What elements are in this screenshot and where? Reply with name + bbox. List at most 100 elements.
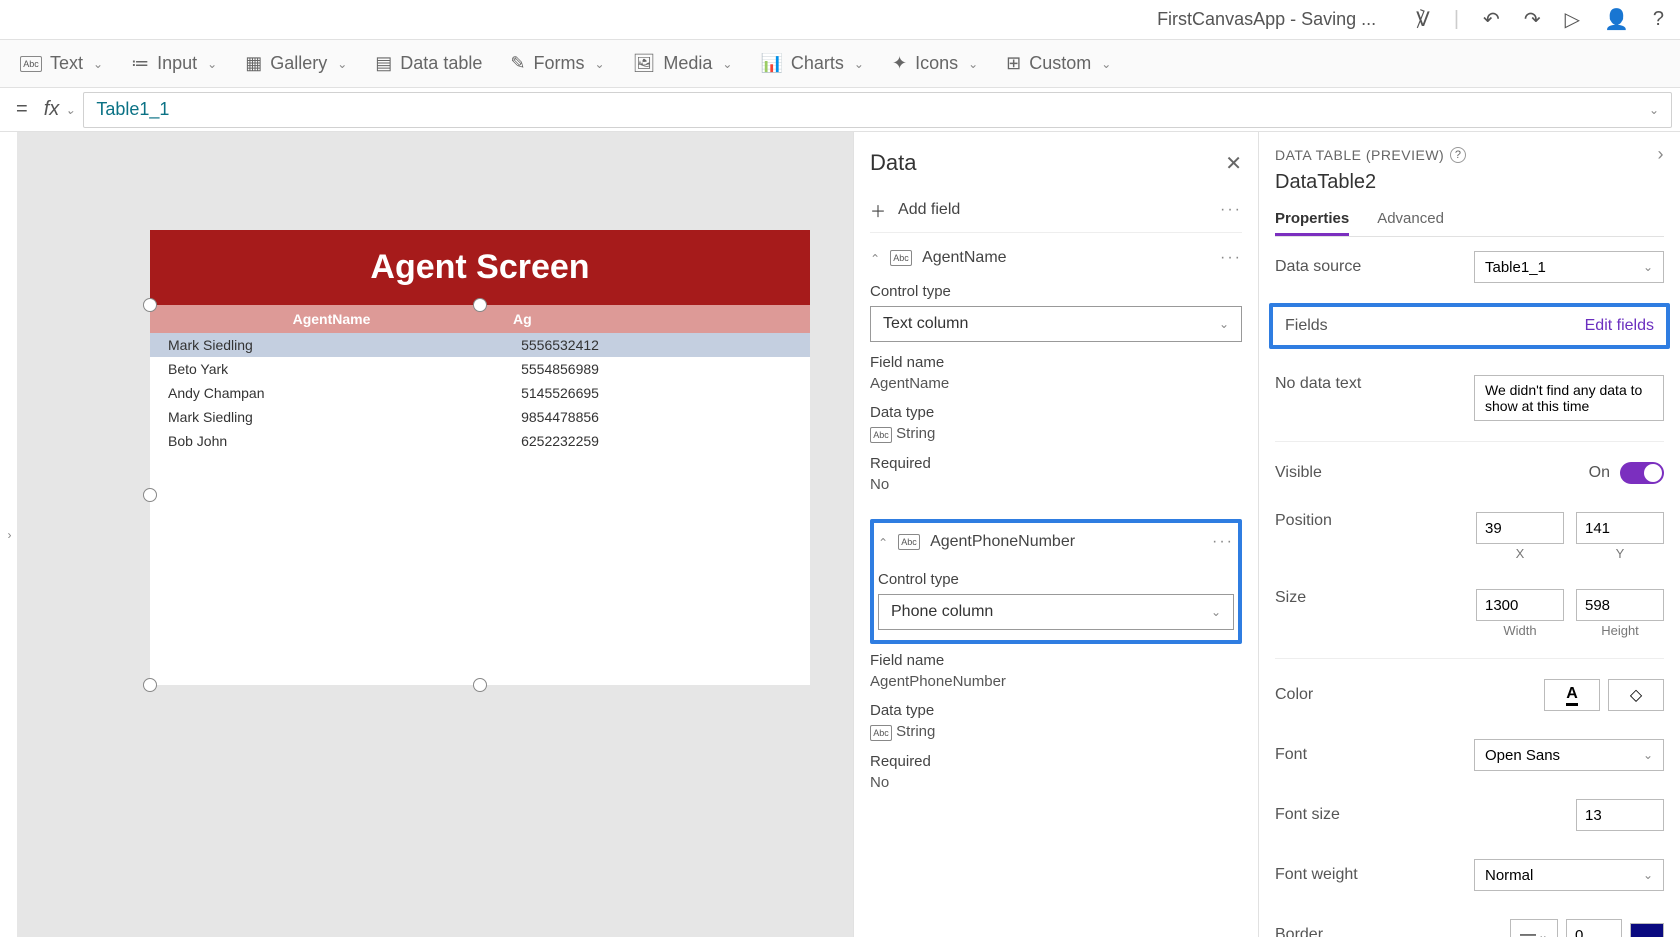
- ribbon-datatable[interactable]: ▤Data table: [375, 53, 482, 74]
- y-label: Y: [1576, 546, 1664, 561]
- abc-icon: Abc: [870, 725, 892, 741]
- field-agentphonenumber-highlight: ⌄ Abc AgentPhoneNumber ··· Control type …: [870, 519, 1242, 644]
- table-header-agentname[interactable]: AgentName: [150, 311, 513, 327]
- table-row[interactable]: Andy Champan5145526695: [150, 381, 810, 405]
- table-row[interactable]: Bob John6252232259: [150, 429, 810, 453]
- play-icon[interactable]: ▷: [1565, 7, 1580, 32]
- custom-icon: ⊞: [1006, 53, 1021, 74]
- canvas[interactable]: Agent Screen AgentName Ag Mark Siedling5…: [18, 132, 853, 937]
- selection-handle[interactable]: [143, 678, 157, 692]
- ribbon-input[interactable]: ≔Input⌄: [131, 53, 217, 74]
- data-panel: Data ✕ ＋ Add field ··· ⌄ Abc AgentName ·…: [853, 132, 1258, 937]
- font-color-button[interactable]: A: [1544, 679, 1600, 711]
- icons-icon: ✦: [892, 53, 907, 74]
- fx-label[interactable]: fx⌄: [36, 98, 84, 121]
- nodatatext-input[interactable]: We didn't find any data to show at this …: [1474, 375, 1664, 421]
- ribbon-custom[interactable]: ⊞Custom⌄: [1006, 53, 1111, 74]
- ribbon-media[interactable]: 🖼Media⌄: [633, 53, 733, 74]
- required-label: Required: [870, 753, 1242, 770]
- fields-label: Fields: [1285, 317, 1328, 335]
- app-title: FirstCanvasApp - Saving ...: [1157, 9, 1376, 30]
- formula-input[interactable]: Table1_1 ⌄: [83, 92, 1672, 128]
- ribbon-forms[interactable]: ✎Forms⌄: [510, 53, 604, 74]
- ribbon-text[interactable]: AbcText⌄: [20, 53, 103, 74]
- size-width-input[interactable]: [1476, 589, 1564, 621]
- edit-fields-link[interactable]: Edit fields: [1585, 317, 1654, 335]
- more-icon[interactable]: ···: [1212, 533, 1234, 551]
- fontsize-input[interactable]: [1576, 799, 1664, 831]
- size-height-input[interactable]: [1576, 589, 1664, 621]
- close-icon[interactable]: ✕: [1225, 151, 1242, 176]
- field-name-value: AgentName: [870, 375, 1242, 392]
- undo-icon[interactable]: ↶: [1483, 7, 1500, 32]
- height-label: Height: [1576, 623, 1664, 638]
- add-field-button[interactable]: ＋ Add field: [870, 198, 960, 222]
- redo-icon[interactable]: ↷: [1524, 7, 1541, 32]
- fontsize-label: Font size: [1275, 806, 1340, 824]
- visible-toggle[interactable]: [1620, 462, 1664, 484]
- data-type-value: Abc String: [870, 425, 1242, 443]
- selection-handle[interactable]: [143, 488, 157, 502]
- ribbon-charts[interactable]: 📊Charts⌄: [760, 53, 864, 74]
- title-bar: FirstCanvasApp - Saving ... ℣ | ↶ ↷ ▷ 👤 …: [0, 0, 1680, 40]
- required-value: No: [870, 476, 1242, 493]
- border-color-button[interactable]: [1630, 923, 1664, 937]
- fill-color-button[interactable]: ◇: [1608, 679, 1664, 711]
- chevron-down-icon: ⌄: [1649, 103, 1659, 117]
- media-icon: 🖼: [633, 53, 656, 74]
- nodatatext-label: No data text: [1275, 375, 1361, 393]
- position-label: Position: [1275, 512, 1332, 530]
- more-icon[interactable]: ···: [1220, 201, 1242, 219]
- chevron-down-icon: ⌄: [65, 103, 75, 117]
- control-type-select[interactable]: Phone column⌄: [878, 594, 1234, 630]
- table-header-phone[interactable]: Ag: [513, 311, 810, 327]
- selection-handle[interactable]: [143, 298, 157, 312]
- width-label: Width: [1476, 623, 1564, 638]
- forms-icon: ✎: [510, 53, 525, 74]
- table-row[interactable]: Mark Siedling5556532412: [150, 333, 810, 357]
- ribbon-icons[interactable]: ✦Icons⌄: [892, 53, 978, 74]
- control-type-label: Control type: [878, 571, 1234, 588]
- border-width-input[interactable]: [1566, 919, 1622, 937]
- tab-properties[interactable]: Properties: [1275, 204, 1349, 236]
- position-x-input[interactable]: [1476, 512, 1564, 544]
- left-rail-expand[interactable]: ›: [0, 132, 18, 937]
- chevron-right-icon[interactable]: ›: [1658, 144, 1665, 165]
- required-value: No: [870, 774, 1242, 791]
- properties-panel: DATA TABLE (PREVIEW) ? › DataTable2 Prop…: [1258, 132, 1680, 937]
- table-row[interactable]: Beto Yark5554856989: [150, 357, 810, 381]
- data-table-control[interactable]: AgentName Ag Mark Siedling5556532412 Bet…: [150, 305, 810, 685]
- share-icon[interactable]: 👤: [1604, 7, 1629, 32]
- field-header[interactable]: ⌄ Abc AgentName ···: [870, 245, 1242, 271]
- selection-handle[interactable]: [473, 298, 487, 312]
- abc-icon: Abc: [898, 534, 920, 550]
- data-type-label: Data type: [870, 702, 1242, 719]
- visible-label: Visible: [1275, 464, 1322, 482]
- selection-handle[interactable]: [473, 678, 487, 692]
- field-header[interactable]: ⌄ Abc AgentPhoneNumber ···: [878, 529, 1234, 555]
- plus-icon: ＋: [870, 198, 886, 222]
- color-label: Color: [1275, 686, 1313, 704]
- info-icon[interactable]: ?: [1450, 147, 1466, 163]
- font-label: Font: [1275, 746, 1307, 764]
- position-y-input[interactable]: [1576, 512, 1664, 544]
- help-icon[interactable]: ?: [1653, 8, 1664, 31]
- border-style-select[interactable]: — ⌄: [1510, 919, 1558, 937]
- fields-row-highlight: Fields Edit fields: [1269, 303, 1670, 349]
- control-type-label: DATA TABLE (PREVIEW): [1275, 147, 1444, 163]
- field-name-label: Field name: [870, 354, 1242, 371]
- tab-advanced[interactable]: Advanced: [1377, 204, 1444, 236]
- x-label: X: [1476, 546, 1564, 561]
- text-icon: Abc: [20, 56, 42, 72]
- datasource-label: Data source: [1275, 258, 1361, 276]
- field-name-value: AgentPhoneNumber: [870, 673, 1242, 690]
- abc-icon: Abc: [870, 427, 892, 443]
- more-icon[interactable]: ···: [1220, 249, 1242, 267]
- stethoscope-icon[interactable]: ℣: [1416, 7, 1430, 32]
- fontweight-select[interactable]: Normal⌄: [1474, 859, 1664, 891]
- ribbon-gallery[interactable]: ▦Gallery⌄: [245, 53, 347, 74]
- datasource-select[interactable]: Table1_1⌄: [1474, 251, 1664, 283]
- table-row[interactable]: Mark Siedling9854478856: [150, 405, 810, 429]
- control-type-select[interactable]: Text column⌄: [870, 306, 1242, 342]
- font-select[interactable]: Open Sans⌄: [1474, 739, 1664, 771]
